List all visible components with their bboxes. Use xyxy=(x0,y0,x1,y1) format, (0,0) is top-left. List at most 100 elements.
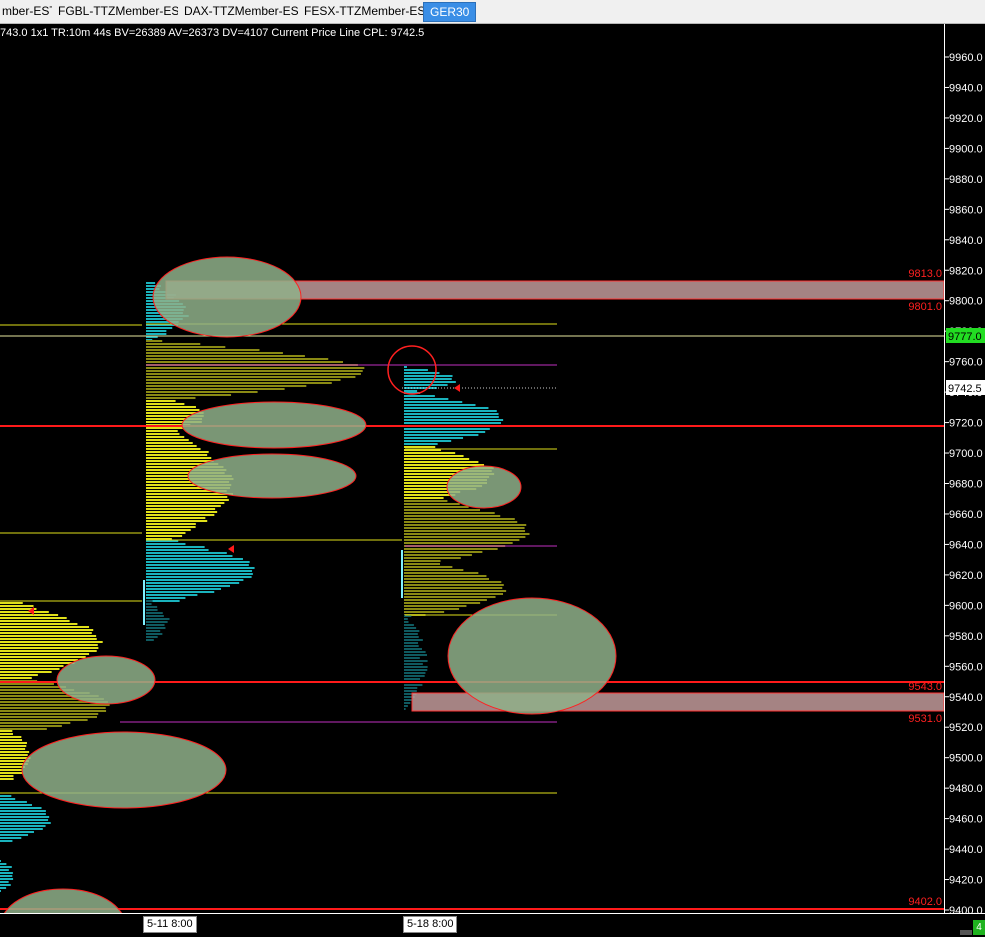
profile-bar xyxy=(146,603,152,605)
profile-bar xyxy=(404,699,413,701)
tab-dax[interactable]: DAX-TTZMember-EST xyxy=(178,2,314,22)
annotation-ellipse xyxy=(21,731,227,809)
profile-bar xyxy=(0,766,26,768)
profile-bar xyxy=(404,437,464,439)
profile-bar xyxy=(404,410,497,412)
tab-fesx[interactable]: FESX-TTZMember-EST xyxy=(298,2,440,22)
annotation-ellipse xyxy=(3,888,123,913)
profile-bar xyxy=(404,464,485,466)
profile-bar xyxy=(0,707,106,709)
price-axis-border xyxy=(944,24,945,913)
profile-bar xyxy=(146,520,208,522)
price-tick-label: 9840.0 xyxy=(949,235,983,247)
profile-bar xyxy=(146,496,228,498)
profile-bar xyxy=(404,369,428,371)
profile-bar xyxy=(0,866,12,868)
price-tick-label: 9400.0 xyxy=(949,905,983,913)
profile-bar xyxy=(146,546,205,548)
annotation-ellipse xyxy=(181,401,367,449)
profile-bar xyxy=(0,617,67,619)
market-profile-chart[interactable]: 9960.0 9940.0 9920.0 9900.0 9880.0 9860.0 9840… xyxy=(0,24,985,913)
profile-bar xyxy=(404,539,520,541)
profile-bar xyxy=(404,443,438,445)
profile-bar xyxy=(0,804,32,806)
profile-bar xyxy=(404,395,435,397)
profile-bar xyxy=(0,677,32,679)
profile-bar xyxy=(404,642,419,644)
profile-bar xyxy=(0,653,90,655)
profile-bar xyxy=(404,678,421,680)
annotation-ellipse xyxy=(446,465,522,509)
level-price-label: 9801.0 xyxy=(908,301,942,313)
annotation-ellipse xyxy=(447,597,617,715)
profile-bar xyxy=(404,708,406,710)
profile-bar xyxy=(146,454,208,456)
profile-bar xyxy=(146,346,226,348)
profile-bar xyxy=(0,635,97,637)
tab-ger30[interactable]: GER30 xyxy=(423,2,477,22)
profile-bar xyxy=(404,446,436,448)
profile-bar xyxy=(0,840,13,842)
profile-bar xyxy=(146,591,215,593)
status-badge: 4 xyxy=(973,920,985,935)
profile-bar xyxy=(146,451,209,453)
profile-bar xyxy=(146,612,163,614)
profile-bar xyxy=(146,585,231,587)
red-triangle-marker xyxy=(454,384,460,392)
profile-bar xyxy=(146,505,221,507)
profile-bar xyxy=(404,455,464,457)
profile-bar xyxy=(146,582,240,584)
profile-bar xyxy=(0,772,23,774)
profile-bar xyxy=(404,666,428,668)
profile-bar xyxy=(146,448,201,450)
profile-bar xyxy=(0,671,52,673)
profile-bar xyxy=(404,518,515,520)
profile-bar xyxy=(404,536,526,538)
profile-bar xyxy=(0,860,1,862)
profile-bar xyxy=(146,564,249,566)
profile-bar xyxy=(404,624,414,626)
profile-bar xyxy=(404,560,422,562)
profile-bar xyxy=(146,561,250,563)
profile-bar xyxy=(146,627,166,629)
profile-bar xyxy=(404,627,417,629)
profile-bar xyxy=(404,654,428,656)
profile-bar xyxy=(404,684,423,686)
price-tick-label: 9480.0 xyxy=(949,783,983,795)
profile-bar xyxy=(146,376,356,378)
profile-bar xyxy=(404,398,449,400)
profile-bar xyxy=(404,633,418,635)
profile-bar xyxy=(404,384,448,386)
profile-bar xyxy=(404,593,504,595)
profile-bar xyxy=(146,349,260,351)
profile-bar xyxy=(146,621,168,623)
profile-bar xyxy=(146,579,244,581)
profile-bar xyxy=(0,881,9,883)
profile-bar xyxy=(0,769,23,771)
price-tick-label: 9920.0 xyxy=(949,113,983,125)
profile-bar xyxy=(0,733,13,735)
profile-bar xyxy=(146,397,196,399)
profile-bar xyxy=(404,372,440,374)
scroll-marker[interactable] xyxy=(960,930,972,935)
profile-bar xyxy=(146,535,183,537)
tab-fgbl[interactable]: FGBL-TTZMember-EST xyxy=(52,2,194,22)
profile-bar xyxy=(0,605,34,607)
profile-bar xyxy=(146,511,218,513)
profile-bar xyxy=(404,440,452,442)
profile-bar xyxy=(146,529,191,531)
profile-bar xyxy=(0,739,23,741)
profile-bar xyxy=(404,611,445,613)
profile-bar xyxy=(146,526,196,528)
profile-bar xyxy=(404,690,417,692)
profile-bar xyxy=(0,869,9,871)
profile-bar xyxy=(146,430,174,432)
profile-bar xyxy=(404,458,470,460)
profile-bar xyxy=(0,710,107,712)
profile-bar xyxy=(404,702,411,704)
price-tick-label: 9520.0 xyxy=(949,722,983,734)
profile-bar xyxy=(0,713,99,715)
profile-bar xyxy=(146,409,200,411)
profile-bar xyxy=(404,503,460,505)
profile-bar xyxy=(0,611,49,613)
